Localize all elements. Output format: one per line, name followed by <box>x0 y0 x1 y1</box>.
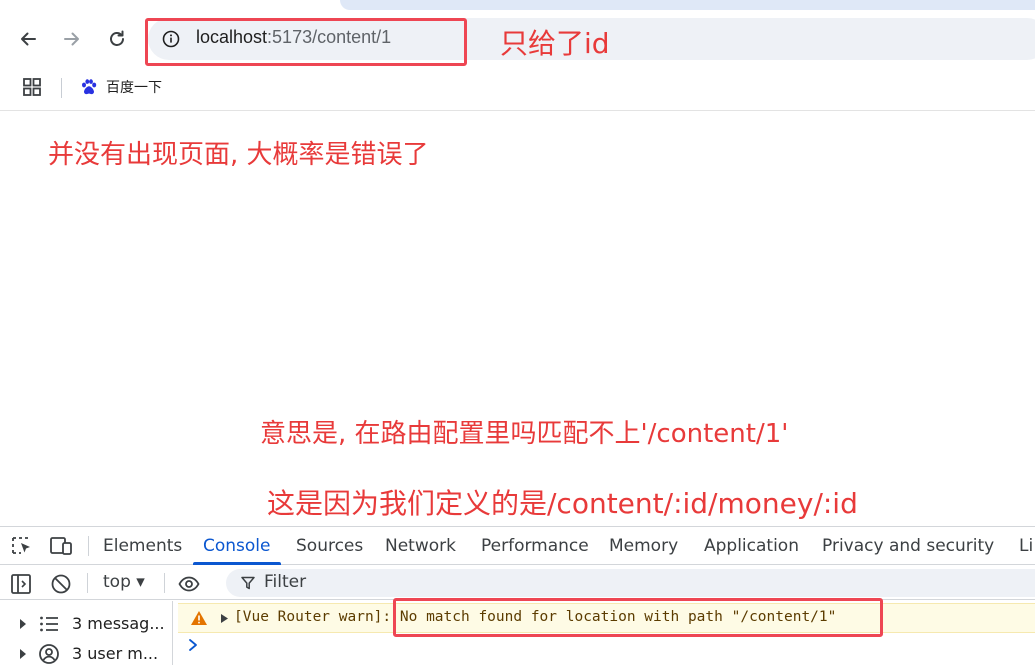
console-toolbar: top ▾ Filter <box>0 566 1035 600</box>
filter-icon <box>241 576 255 590</box>
url-host: localhost <box>196 27 268 47</box>
forward-button[interactable] <box>57 24 87 54</box>
apps-grid-icon[interactable] <box>22 77 42 97</box>
url-path: :5173/content/1 <box>267 27 392 47</box>
devtools-tab-bar: Elements Console Sources Network Perform… <box>0 527 1035 565</box>
annotation-no-page: 并没有出现页面, 大概率是错误了 <box>48 140 429 170</box>
baidu-paw-icon <box>82 79 97 95</box>
warning-prefix: [Vue Router warn]: <box>234 609 400 625</box>
console-warning-row[interactable]: [Vue Router warn]: No match found for lo… <box>178 603 1035 633</box>
site-info-icon[interactable] <box>162 30 180 48</box>
list-icon <box>40 616 58 632</box>
bookmarks-bar: 百度一下 <box>0 70 1035 104</box>
bookmark-baidu[interactable]: 百度一下 <box>80 75 162 99</box>
warning-message: [Vue Router warn]: No match found for lo… <box>234 609 836 625</box>
annotation-only-id: 只给了id <box>500 27 610 60</box>
sidebar-user-messages-label: 3 user m... <box>72 644 159 663</box>
annotation-reason: 这是因为我们定义的是/content/:id/money/:id <box>267 487 858 520</box>
warning-body: No match found for location with path "/… <box>399 609 837 625</box>
tab-strip <box>0 0 1035 10</box>
user-circle-icon <box>39 644 59 664</box>
expand-caret-icon <box>20 619 26 629</box>
devtools-panel: Elements Console Sources Network Perform… <box>0 526 1035 665</box>
chrome-divider <box>0 110 1035 111</box>
console-filter-input[interactable]: Filter <box>226 569 1035 597</box>
sidebar-toggle-icon[interactable] <box>10 573 32 595</box>
tab-console[interactable]: Console <box>203 536 271 556</box>
reload-icon <box>110 30 124 46</box>
bookmarks-divider <box>61 78 62 98</box>
expand-caret-icon <box>20 649 26 659</box>
tab-network[interactable]: Network <box>385 536 456 556</box>
back-button[interactable] <box>13 24 43 54</box>
tab-privacy-security[interactable]: Privacy and security <box>822 536 994 556</box>
tab-overflow[interactable]: Li <box>1019 536 1033 556</box>
clear-console-icon[interactable] <box>50 573 72 595</box>
sidebar-user-messages[interactable]: 3 user m... <box>0 639 173 665</box>
warning-triangle-icon <box>191 611 207 625</box>
arrow-right-icon <box>64 32 79 46</box>
tab-application[interactable]: Application <box>704 536 799 556</box>
annotation-meaning: 意思是, 在路由配置里吗匹配不上'/content/1' <box>260 419 789 449</box>
eye-icon[interactable] <box>178 573 200 595</box>
tab-performance[interactable]: Performance <box>481 536 589 556</box>
inspect-element-icon[interactable] <box>10 535 34 557</box>
tab-memory[interactable]: Memory <box>609 536 678 556</box>
sidebar-messages[interactable]: 3 messag... <box>0 609 173 639</box>
arrow-left-icon <box>21 32 36 46</box>
url-text: localhost:5173/content/1 <box>196 27 391 48</box>
tab-elements[interactable]: Elements <box>103 536 182 556</box>
console-prompt-icon[interactable] <box>186 637 200 653</box>
console-sidebar: 3 messag... 3 user m... <box>0 601 173 665</box>
tab-sources[interactable]: Sources <box>296 536 363 556</box>
tab-strip-background <box>340 0 1035 10</box>
sidebar-messages-label: 3 messag... <box>72 614 165 633</box>
console-output: [Vue Router warn]: No match found for lo… <box>174 601 1035 665</box>
devtools-tabs-divider <box>88 536 89 556</box>
reload-button[interactable] <box>102 24 132 54</box>
expand-caret-icon[interactable] <box>220 613 229 624</box>
bookmark-label: 百度一下 <box>106 80 162 96</box>
console-toolbar-divider <box>87 573 88 593</box>
filter-placeholder: Filter <box>264 572 307 592</box>
console-toolbar-divider-2 <box>164 573 165 593</box>
active-tab-indicator <box>193 562 281 565</box>
context-selector[interactable]: top ▾ <box>103 572 145 592</box>
device-toolbar-icon[interactable] <box>49 535 73 557</box>
